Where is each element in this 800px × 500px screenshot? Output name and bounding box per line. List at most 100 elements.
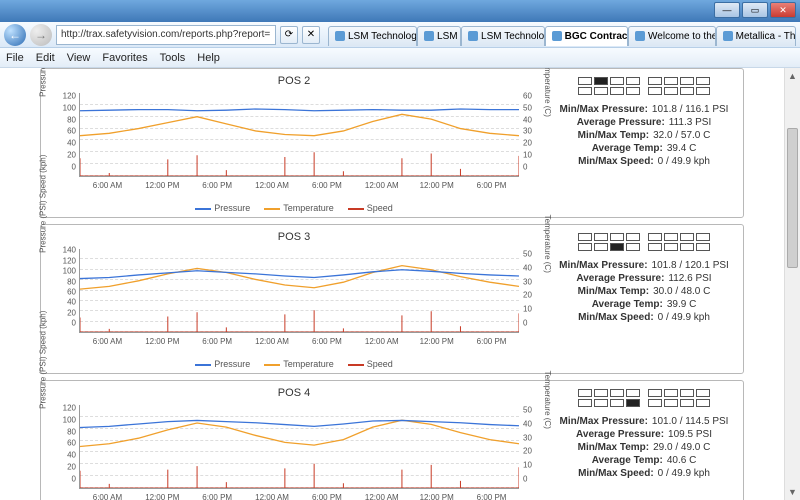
stats-column: Min/Max Pressure: 101.8 / 120.1 PSI Averag… [549,229,739,369]
minimize-button[interactable]: — [714,2,740,18]
stat-row: Min/Max Speed: 0 / 49.9 kph [549,155,739,168]
stat-label: Min/Max Speed: [578,156,654,167]
browser-tab[interactable]: Welcome to the C...✕ [628,26,716,46]
menu-tools[interactable]: Tools [160,52,186,64]
stat-label: Min/Max Pressure: [560,104,648,115]
stat-label: Min/Max Speed: [578,468,654,479]
page-content: POS 2 Pressure (PSI) Speed (kph) Tempera… [0,68,784,500]
chart-column: POS 2 Pressure (PSI) Speed (kph) Tempera… [45,73,543,213]
stat-value: 29.0 / 49.0 C [653,442,710,453]
report-panel: POS 4 Pressure (PSI) Speed (kph) Tempera… [40,380,744,500]
stat-label: Min/Max Pressure: [559,260,647,271]
chart-column: POS 3 Pressure (PSI) Speed (kph) Tempera… [45,229,543,369]
favicon [424,31,434,41]
stat-row: Min/Max Speed: 0 / 49.9 kph [549,311,739,324]
maximize-button[interactable]: ▭ [742,2,768,18]
y2-axis-label: Temperature (C) [543,371,552,429]
stat-row: Min/Max Temp: 32.0 / 57.0 C [549,129,739,142]
tab-label: Welcome to the C... [648,31,716,42]
stat-value: 111.3 PSI [669,117,711,128]
favicon [723,31,733,41]
chart-area: Pressure (PSI) Speed (kph) Temperature (… [45,403,543,500]
stat-row: Average Temp: 40.6 C [549,454,739,467]
forward-button[interactable]: → [30,24,52,46]
menu-help[interactable]: Help [197,52,220,64]
menu-favorites[interactable]: Favorites [102,52,147,64]
y-axis-label: Pressure (PSI) Speed (kph) [39,311,48,409]
stop-button[interactable]: ✕ [302,26,320,44]
stat-row: Average Pressure: 109.5 PSI [549,428,739,441]
stat-value: 0 / 49.9 kph [658,156,710,167]
browser-tab[interactable]: BGC Contracting✕ [545,26,628,46]
stat-label: Average Temp: [592,455,663,466]
tab-label: LSM Technologies [481,31,545,42]
tab-label: BGC Contracting [565,31,628,42]
menu-view[interactable]: View [67,52,91,64]
y2-axis-label: Temperature (C) [543,215,552,273]
stat-value: 101.8 / 120.1 PSI [652,260,729,271]
stat-value: 32.0 / 57.0 C [653,130,710,141]
stat-value: 101.0 / 114.5 PSI [652,416,729,427]
chart-legend: Pressure Temperature Speed [45,201,543,213]
close-button[interactable]: ✕ [770,2,796,18]
stat-label: Min/Max Temp: [578,442,649,453]
stat-value: 0 / 49.9 kph [658,468,710,479]
stats-column: Min/Max Pressure:101.8 / 116.1 PSIAverag… [549,73,739,213]
stat-row: Min/Max Speed: 0 / 49.9 kph [549,467,739,480]
menu-file[interactable]: File [6,52,24,64]
scroll-up-arrow[interactable]: ▲ [785,68,800,84]
scroll-down-arrow[interactable]: ▼ [785,484,800,500]
stat-value: 101.8 / 116.1 PSI [652,104,729,115]
browser-tab[interactable]: LSM Technologies...✕ [328,26,417,46]
favicon [468,31,478,41]
y2-axis-label: Temperature (C) [543,68,552,117]
menu-edit[interactable]: Edit [36,52,55,64]
stat-value: 112.6 PSI [668,273,711,284]
stats-column: Min/Max Pressure:101.0 / 114.5 PSIAverag… [549,385,739,500]
tab-label: LSM Technologies... [348,31,417,42]
chart-title: POS 2 [45,73,543,91]
chart-area: Pressure (PSI) Speed (kph) Temperature (… [45,91,543,201]
stat-label: Min/Max Speed: [578,312,654,323]
stat-label: Average Pressure: [576,429,664,440]
chart-legend: Pressure Temperature Speed [45,357,543,369]
tire-diagram [549,385,739,415]
y-axis-label: Pressure (PSI) Speed (kph) [39,68,48,97]
stat-label: Average Pressure: [576,273,664,284]
report-panel: POS 3 Pressure (PSI) Speed (kph) Tempera… [40,224,744,374]
stat-label: Min/Max Temp: [578,130,649,141]
chart-area: Pressure (PSI) Speed (kph) Temperature (… [45,247,543,357]
window-titlebar: — ▭ ✕ [0,0,800,22]
stat-row: Average Pressure:111.3 PSI [549,116,739,129]
y-axis-label: Pressure (PSI) Speed (kph) [39,155,48,253]
stat-label: Min/Max Pressure: [560,416,648,427]
browser-tab[interactable]: LSM Technologies✕ [461,26,545,46]
plot-area: 020406080100120140010203040506:00 AM12:0… [79,249,519,333]
stat-row: Min/Max Pressure: 101.8 / 120.1 PSI [549,259,739,272]
browser-tab[interactable]: Metallica - The ...✕ [716,26,796,46]
stat-label: Average Temp: [592,299,663,310]
back-button[interactable]: ← [4,24,26,46]
menu-bar: File Edit View Favorites Tools Help [0,48,800,68]
chart-title: POS 3 [45,229,543,247]
stat-row: Min/Max Pressure: 101.0 / 114.5 PSI [549,415,739,428]
refresh-button[interactable]: ⟳ [280,26,298,44]
scroll-thumb[interactable] [787,128,798,268]
stat-row: Min/Max Pressure: 101.8 / 116.1 PSI [549,103,739,116]
browser-nav-row: ← → http://trax.safetyvision.com/reports… [0,22,800,48]
stat-value: 0 / 49.9 kph [658,312,710,323]
stat-row: Min/Max Temp: 29.0 / 49.0 C [549,441,739,454]
tire-diagram [549,229,739,259]
vertical-scrollbar[interactable]: ▲ ▼ [784,68,800,500]
stat-value: 40.6 C [667,455,696,466]
stat-value: 109.5 PSI [668,429,712,440]
stat-label: Average Temp: [592,143,663,154]
browser-tab[interactable]: LSM✕ [417,26,461,46]
report-panel: POS 2 Pressure (PSI) Speed (kph) Tempera… [40,68,744,218]
plot-area: 02040608010012001020304050606:00 AM12:00… [79,93,519,177]
stat-value: 39.4 C [667,143,696,154]
address-bar[interactable]: http://trax.safetyvision.com/reports.php… [56,25,276,45]
stat-row: Average Temp: 39.4 C [549,142,739,155]
tab-label: Metallica - The ... [736,31,796,42]
favicon [335,31,345,41]
